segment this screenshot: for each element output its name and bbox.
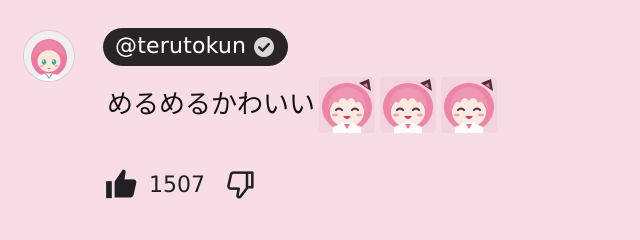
verified-check-icon: [252, 35, 276, 59]
anime-girl-emote: [380, 77, 437, 133]
like-button[interactable]: 1507: [104, 164, 205, 208]
comment-item: @terutokun めるめるかわいい 1507: [0, 0, 640, 240]
comment-body: めるめるかわいい: [107, 76, 502, 134]
anime-girl-emote: [319, 77, 376, 133]
emote-list: [319, 77, 502, 133]
avatar-image: [24, 31, 74, 81]
comment-text: めるめるかわいい: [107, 90, 316, 120]
dislike-button[interactable]: [225, 168, 257, 204]
thumbs-up-icon: [104, 167, 138, 205]
anime-girl-emote: [441, 77, 498, 133]
like-count: 1507: [149, 173, 205, 198]
thumbs-down-icon: [225, 168, 257, 204]
avatar[interactable]: [23, 30, 75, 82]
author-handle[interactable]: @terutokun: [115, 28, 246, 66]
comment-actions: 1507: [104, 164, 257, 208]
author-badge[interactable]: @terutokun: [103, 28, 289, 66]
